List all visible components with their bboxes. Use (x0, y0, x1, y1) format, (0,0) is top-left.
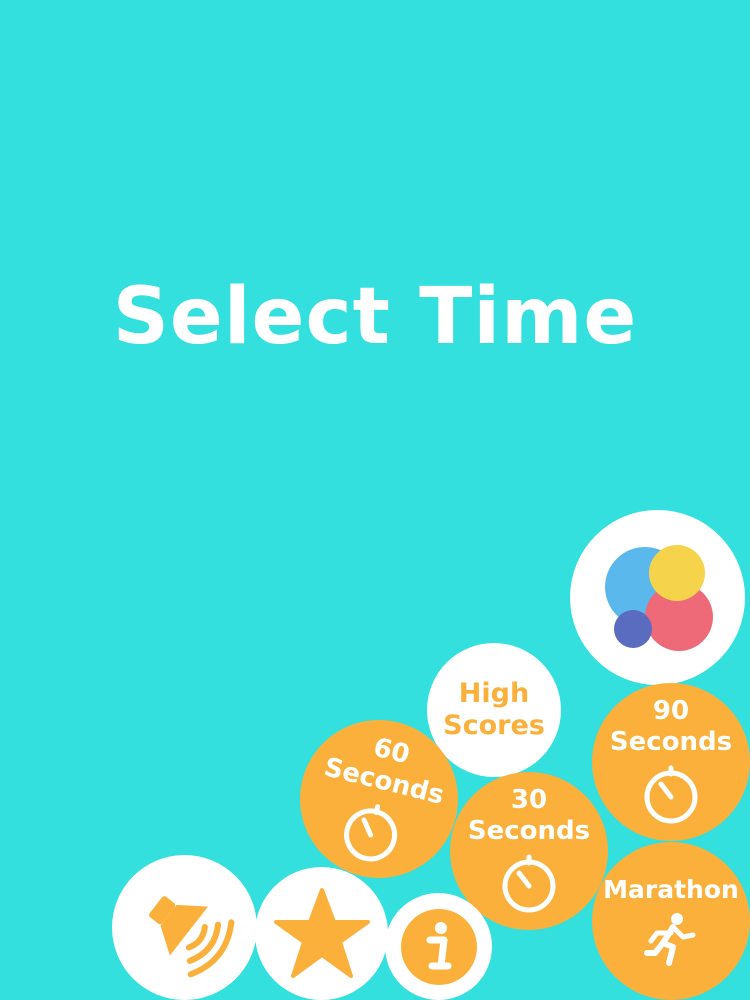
stopwatch-icon (502, 854, 556, 913)
thirty-seconds-number: 30 (510, 784, 548, 815)
marathon-label: Marathon (603, 875, 739, 904)
marathon-button[interactable]: Marathon (592, 842, 750, 1000)
rate-button[interactable] (255, 867, 388, 1000)
star-icon (273, 887, 370, 978)
stopwatch-icon (644, 765, 698, 824)
game-center-button[interactable] (570, 510, 745, 685)
sixty-seconds-button[interactable]: 60 Seconds (300, 720, 458, 878)
info-button[interactable] (385, 893, 492, 1000)
thirty-seconds-label: Seconds (467, 816, 591, 846)
high-scores-label-2: Scores (443, 710, 545, 741)
running-person-icon (644, 913, 696, 966)
ninety-seconds-button[interactable]: 90 Seconds (592, 683, 750, 841)
ninety-seconds-number: 90 (652, 695, 690, 726)
game-center-icon (604, 544, 713, 651)
ninety-seconds-label: Seconds (609, 727, 733, 757)
high-scores-label-1: High (458, 677, 530, 709)
stopwatch-icon (343, 804, 397, 862)
page-title: Select Time (112, 272, 638, 362)
info-icon (400, 908, 477, 985)
speaker-icon (148, 895, 234, 977)
sound-button[interactable] (112, 855, 257, 1000)
